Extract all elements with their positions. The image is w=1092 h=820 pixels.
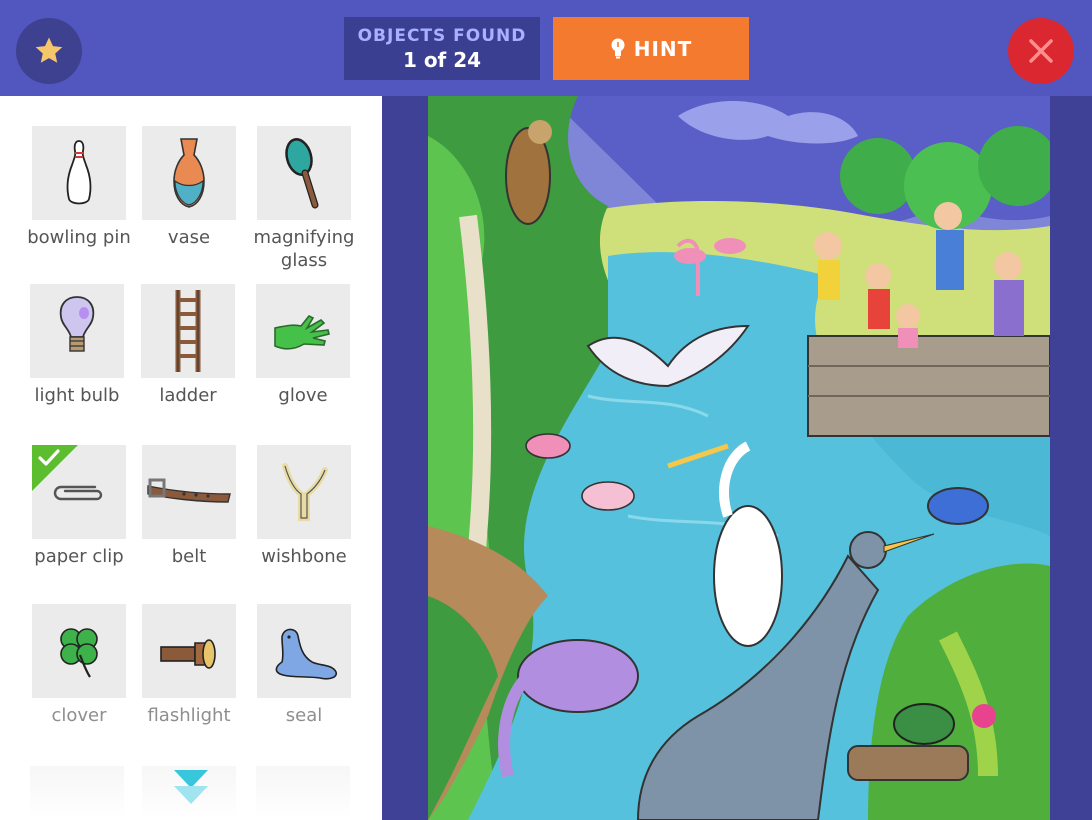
scene-illustration[interactable] bbox=[428, 96, 1050, 820]
magnifying-glass-icon bbox=[285, 138, 319, 209]
hidden-object-scene[interactable] bbox=[428, 96, 1050, 820]
item-label: belt bbox=[171, 546, 207, 567]
item-tile bbox=[141, 284, 235, 378]
flashlight-icon bbox=[160, 639, 216, 669]
item-vase[interactable]: vase bbox=[132, 126, 246, 249]
item-tile bbox=[30, 284, 124, 378]
item-label: vase bbox=[167, 227, 211, 248]
item-tile bbox=[32, 126, 126, 220]
scroll-down-icon[interactable] bbox=[172, 768, 210, 808]
item-tile bbox=[142, 604, 236, 698]
item-tile bbox=[142, 126, 236, 220]
item-clover[interactable]: clover bbox=[22, 604, 136, 727]
item-paper-clip[interactable]: paper clip bbox=[22, 445, 136, 568]
glove-icon bbox=[274, 314, 330, 350]
bowling-pin-icon bbox=[66, 140, 92, 205]
item-glove[interactable]: glove bbox=[246, 284, 360, 407]
clover-icon bbox=[60, 628, 98, 678]
belt-icon bbox=[147, 478, 231, 503]
item-label: magnifying glass bbox=[253, 227, 355, 271]
wishbone-icon bbox=[282, 463, 328, 521]
item-bowling-pin[interactable]: bowling pin bbox=[22, 126, 136, 249]
checkmark-icon bbox=[38, 449, 60, 466]
item-label: ladder bbox=[159, 385, 217, 406]
item-label: glove bbox=[278, 385, 328, 406]
seal-icon bbox=[275, 628, 338, 680]
item-label: clover bbox=[51, 705, 107, 726]
item-tile bbox=[257, 126, 351, 220]
item-light-bulb[interactable]: light bulb bbox=[20, 284, 134, 407]
item-label: wishbone bbox=[261, 546, 347, 567]
item-tile bbox=[256, 284, 350, 378]
objects-found-label: OBJECTS FOUND bbox=[357, 25, 527, 46]
item-label: seal bbox=[285, 705, 323, 726]
objects-found-count: 1 of 24 bbox=[402, 47, 482, 72]
star-icon bbox=[35, 37, 63, 63]
item-tile bbox=[142, 445, 236, 539]
item-ladder[interactable]: ladder bbox=[131, 284, 245, 407]
close-button[interactable] bbox=[1008, 18, 1074, 84]
ladder-icon bbox=[175, 290, 201, 372]
item-tile bbox=[32, 445, 126, 539]
item-seal[interactable]: seal bbox=[247, 604, 361, 727]
item-flashlight[interactable]: flashlight bbox=[132, 604, 246, 727]
item-tile bbox=[257, 445, 351, 539]
vase-icon bbox=[173, 138, 205, 208]
close-icon bbox=[1029, 39, 1053, 63]
item-label: paper clip bbox=[34, 546, 124, 567]
lightbulb-icon bbox=[611, 38, 625, 58]
item-list-panel[interactable]: bowling pin vase magnifying glass light … bbox=[0, 96, 382, 820]
objects-found-counter: OBJECTS FOUND 1 of 24 bbox=[344, 17, 540, 80]
favorite-button[interactable] bbox=[16, 18, 82, 84]
item-label: light bulb bbox=[34, 385, 120, 406]
light-bulb-icon bbox=[59, 296, 95, 352]
item-belt[interactable]: belt bbox=[132, 445, 246, 568]
item-label: flashlight bbox=[147, 705, 231, 726]
item-tile bbox=[257, 604, 351, 698]
hint-button[interactable]: HINT bbox=[553, 17, 749, 80]
hint-label: HINT bbox=[633, 36, 693, 61]
item-wishbone[interactable]: wishbone bbox=[247, 445, 361, 568]
item-tile bbox=[32, 604, 126, 698]
item-label: bowling pin bbox=[27, 227, 131, 248]
item-magnifying-glass[interactable]: magnifying glass bbox=[247, 126, 361, 272]
top-bar: OBJECTS FOUND 1 of 24 HINT bbox=[0, 0, 1092, 96]
